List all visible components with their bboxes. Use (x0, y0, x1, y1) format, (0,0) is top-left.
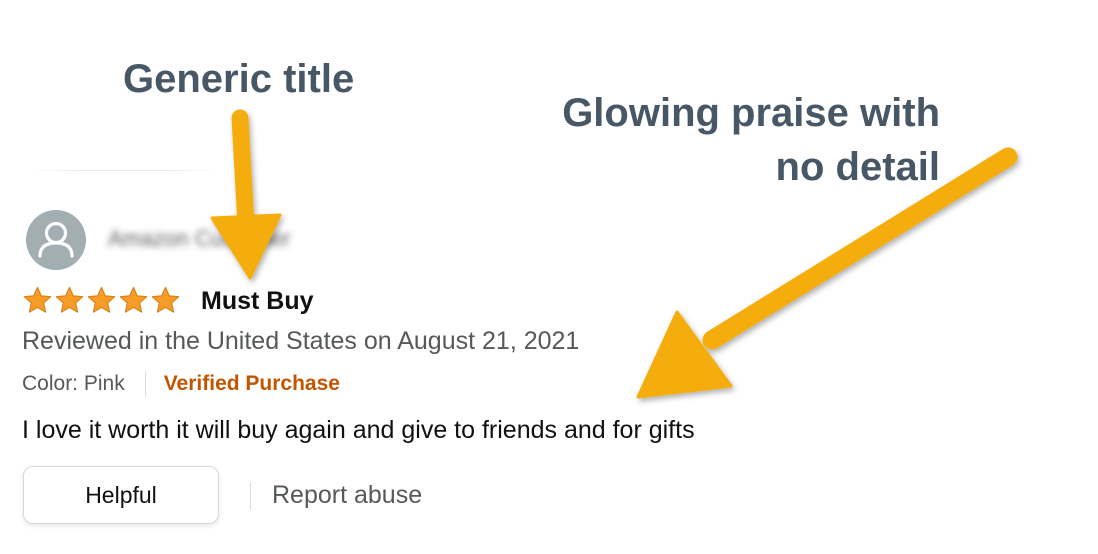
star-rating (22, 285, 181, 317)
verified-purchase-badge[interactable]: Verified Purchase (164, 372, 340, 396)
review-title[interactable]: Must Buy (201, 287, 314, 316)
callout-generic-title: Generic title (123, 57, 355, 101)
report-abuse-link[interactable]: Report abuse (272, 481, 422, 510)
reviewer-name[interactable]: Amazon Customer (108, 226, 290, 252)
review-date: Reviewed in the United States on August … (22, 327, 580, 355)
star-icon (87, 286, 116, 313)
review-body: I love it worth it will buy again and gi… (22, 416, 695, 444)
action-divider (250, 482, 251, 510)
star-icon (55, 286, 84, 313)
callout-glowing-praise: Glowing praise with no detail (520, 86, 940, 194)
user-icon (38, 221, 74, 258)
star-icon (151, 286, 180, 313)
callout-line-2: no detail (775, 145, 940, 189)
helpful-button[interactable]: Helpful (23, 466, 219, 524)
avatar (26, 210, 86, 270)
review-page: Generic title Glowing praise with no det… (0, 0, 1098, 554)
star-icon (23, 286, 52, 313)
review-meta: Color: Pink Verified Purchase (22, 370, 340, 398)
arrow-to-title (210, 109, 282, 280)
callout-line-1: Glowing praise with (562, 91, 940, 135)
star-icon (119, 286, 148, 313)
color-variant: Color: Pink (22, 372, 125, 395)
section-divider (30, 170, 220, 171)
meta-divider (144, 371, 146, 397)
